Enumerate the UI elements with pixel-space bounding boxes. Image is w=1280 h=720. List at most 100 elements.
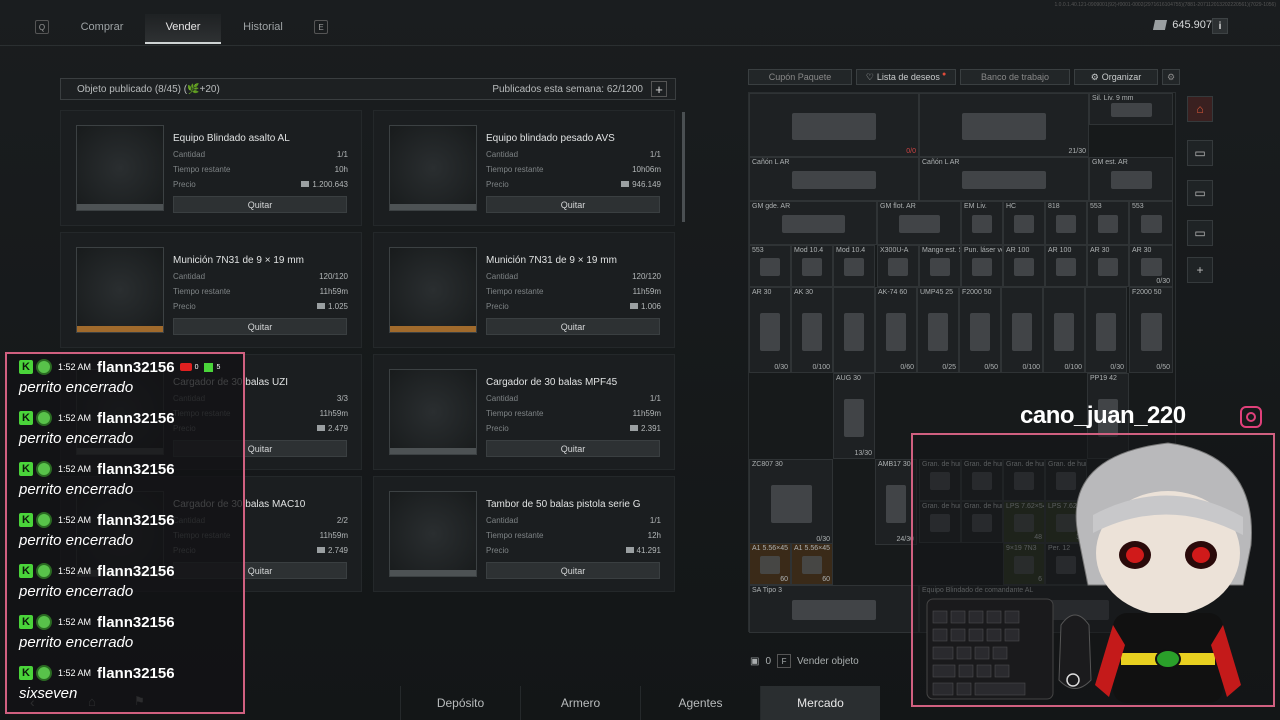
organize-button[interactable]: ⚙ Organizar [1074,69,1158,85]
remove-listing-button[interactable]: Quitar [486,440,660,457]
listing-card[interactable]: Cargador de 30 balas MPF45 Cantidad 1/1 Tie… [373,354,675,470]
chat-overlay: K 1:52 AM flann32156 0 5 perrito encerrado K 1:… [5,352,245,714]
listing-card[interactable]: Tambor de 50 balas pistola serie G Cantid… [373,476,675,592]
listing-card[interactable]: Munición 7N31 de 9 × 19 mm Cantidad 120/12… [373,232,675,348]
stash-item[interactable]: ZC807 30 0/30 [749,459,833,545]
stash-item[interactable]: GM flot. AR [877,201,961,245]
stash-item[interactable]: UMP45 25 0/25 [917,287,959,373]
stash-item[interactable]: Pun. láser ver. [961,245,1003,287]
user-badge-icon [36,665,52,681]
qty-label: Cantidad [486,516,519,525]
stash-item[interactable]: AR 100 [1045,245,1087,287]
home-icon[interactable]: ⌂ [1187,96,1213,122]
stash-item[interactable]: 553 [749,245,791,287]
stash-item[interactable]: A1 5.56×45 60 [791,543,833,585]
time-value: 11h59m [632,287,661,296]
chat-username: flann32156 [97,562,175,580]
item-title: Equipo Blindado asalto AL [173,133,290,144]
user-badge-icon [36,563,52,579]
stash-item-count: 21/30 [1068,148,1086,155]
stash-item[interactable]: AR 30 0/30 [1129,245,1173,287]
stash-item[interactable]: Cañón L AR [749,157,919,201]
item-silhouette [1056,258,1076,276]
stash-item[interactable]: AK 30 0/100 [791,287,833,373]
stash-item[interactable]: AR 30 0/30 [749,287,791,373]
price-amount: 946.149 [632,180,661,189]
stash-item-label: 553 [1132,203,1144,210]
qty-row: Cantidad 1/1 [486,394,661,403]
item-thumbnail [76,125,164,211]
add-slot-button[interactable]: + [651,81,667,97]
kick-icon: K [19,462,33,476]
container-icon[interactable]: ▭ [1187,140,1213,166]
item-silhouette [888,258,908,276]
nav-mercado[interactable]: Mercado [760,686,880,720]
tab-historial[interactable]: Historial [225,14,301,44]
tab-vender[interactable]: Vender [145,14,221,44]
e-key-hint: E [314,20,328,34]
stash-item[interactable]: Cañón L AR [919,157,1089,201]
kick-icon: K [19,513,33,527]
sell-object-hint[interactable]: ▣ 0 F Vender objeto [750,654,859,668]
item-icon: ▣ [750,655,760,667]
nav-armero[interactable]: Armero [520,686,640,720]
stash-item[interactable]: 0/30 [1085,287,1127,373]
listing-header: Objeto publicado (8/45) (🌿+20) Publicado… [60,78,676,100]
stash-item[interactable]: 553 [1129,201,1173,245]
listing-scrollbar[interactable] [682,112,685,222]
wishlist-button[interactable]: ♡ Lista de deseos ● [856,69,956,85]
chat-message-header: K 1:52 AM flann32156 [19,562,243,580]
stash-item[interactable]: Mod 10.4 [791,245,833,287]
stash-item-count: 0/30 [816,536,830,543]
workbench-button[interactable]: Banco de trabajo [960,69,1070,85]
stash-item[interactable]: Mango est. SCAR-L [919,245,961,287]
qty-value: 3/3 [336,394,348,403]
stash-item[interactable]: 0/100 [1043,287,1085,373]
stash-item[interactable]: 818 [1045,201,1087,245]
stash-item[interactable]: AUG 30 13/30 [833,373,875,459]
qty-label: Cantidad [173,272,206,281]
stash-item[interactable]: AR 30 [1087,245,1129,287]
stash-item[interactable]: HC [1003,201,1045,245]
stash-item[interactable]: AK-74 60 0/60 [875,287,917,373]
stash-item[interactable]: F2000 50 0/50 [959,287,1001,373]
bag-icon[interactable]: ▭ [1187,220,1213,246]
item-title: Cargador de 30 balas MPF45 [486,377,618,388]
remove-listing-button[interactable]: Quitar [486,196,660,213]
case-icon[interactable]: ▭ [1187,180,1213,206]
info-button[interactable]: i [1212,18,1228,34]
remove-listing-button[interactable]: Quitar [486,318,660,335]
notification-dot: ● [941,70,947,78]
remove-listing-button[interactable]: Quitar [173,318,347,335]
stash-item[interactable]: X300U-A [877,245,919,287]
remove-listing-button[interactable]: Quitar [173,196,347,213]
price-row: Precio 946.149 [486,180,661,189]
stash-item[interactable]: AR 100 [1003,245,1045,287]
add-container-button[interactable]: + [1187,257,1213,283]
listing-card[interactable]: Munición 7N31 de 9 × 19 mm Cantidad 120/12… [60,232,362,348]
stash-item-label: AR 30 [1090,247,1110,254]
stash-item[interactable]: GM gde. AR [749,201,877,245]
listing-card[interactable]: Equipo blindado pesado AVS Cantidad 1/1 Tie… [373,110,675,226]
stash-item[interactable]: 553 [1087,201,1129,245]
stash-item[interactable]: GM est. AR [1089,157,1173,201]
item-silhouette [972,214,992,234]
stash-item[interactable]: Sil. Liv. 9 mm [1089,93,1173,125]
coupon-button[interactable]: Cupón Paquete [748,69,852,85]
tab-comprar[interactable]: Comprar [62,14,142,44]
stash-item-label: AR 30 [752,289,772,296]
stash-item[interactable]: 0/100 [1001,287,1043,373]
stash-item[interactable]: 0/0 [749,93,919,157]
settings-icon[interactable]: ⚙ [1162,69,1180,85]
remove-listing-button[interactable]: Quitar [486,562,660,579]
stash-item[interactable]: 21/30 [919,93,1089,157]
stash-item[interactable]: F2000 50 0/50 [1129,287,1173,373]
stash-item[interactable]: A1 5.56×45 60 [749,543,791,585]
stash-item[interactable] [833,287,875,373]
stash-item[interactable]: SA Tipo 3 [749,585,919,633]
listing-card[interactable]: Equipo Blindado asalto AL Cantidad 1/1 Tiem… [60,110,362,226]
nav-deposito[interactable]: Depósito [400,686,520,720]
stash-item[interactable]: Mod 10.4 [833,245,875,287]
nav-agentes[interactable]: Agentes [640,686,760,720]
stash-item[interactable]: EM Liv. [961,201,1003,245]
